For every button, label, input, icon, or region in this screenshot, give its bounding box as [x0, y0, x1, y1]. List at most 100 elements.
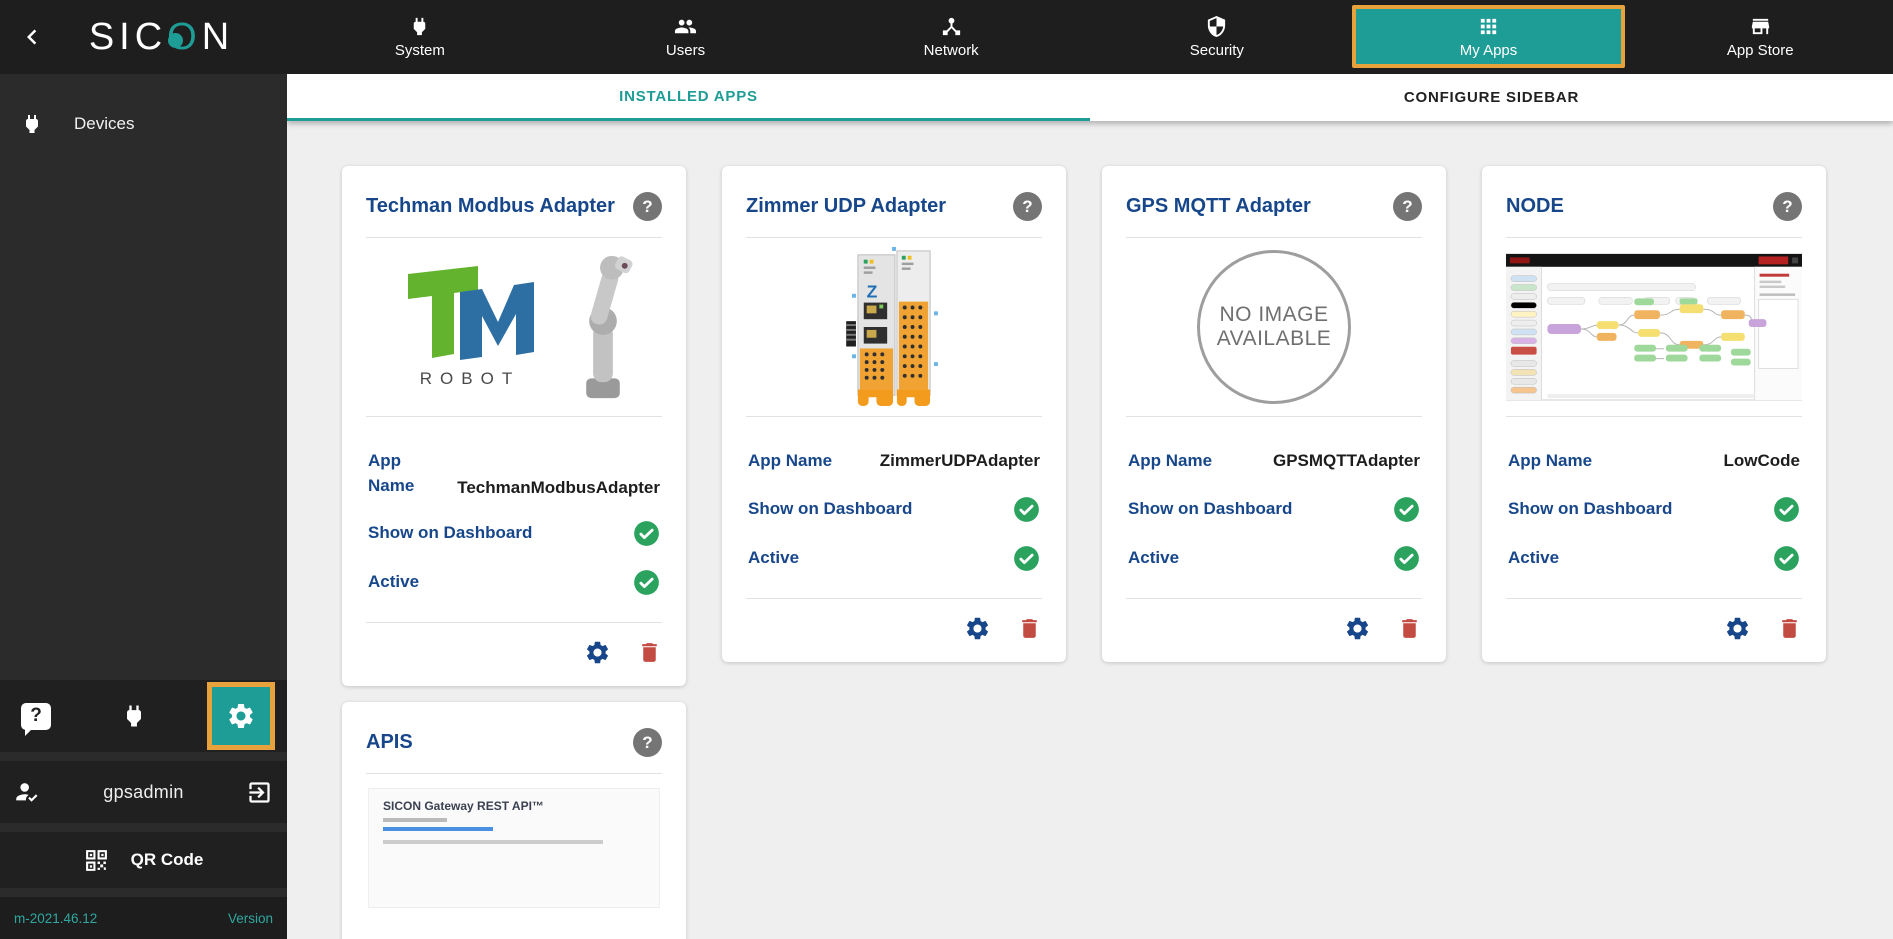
users-icon	[674, 15, 697, 38]
help-icon[interactable]: ?	[1013, 192, 1042, 221]
trash-icon	[1782, 618, 1797, 638]
trash-icon	[1022, 618, 1037, 638]
qr-code-icon	[84, 848, 109, 873]
apis-doc-paragraph	[383, 840, 603, 845]
nav-label: Network	[923, 42, 979, 59]
help-icon[interactable]: ?	[1773, 192, 1802, 221]
check-icon	[1394, 545, 1419, 571]
plug-icon	[20, 112, 44, 136]
logo-teal-dot	[168, 32, 183, 48]
chevron-left-icon	[17, 22, 47, 52]
top-navigation: System Users Network Security My Apps Ap…	[287, 0, 1893, 74]
sidebar-item-devices[interactable]: Devices	[0, 98, 287, 150]
app-name-value: ZimmerUDPAdapter	[879, 451, 1040, 471]
nav-item-app-store[interactable]: App Store	[1627, 0, 1893, 74]
version-label: Version	[227, 910, 273, 926]
cards-row-2: APIS ? SICON Gateway REST API™	[342, 702, 1893, 939]
nav-label: System	[394, 42, 445, 59]
configure-app-button[interactable]	[1724, 615, 1751, 642]
installed-apps-content: Techman Modbus Adapter ? ROBOT App Name …	[287, 121, 1893, 939]
delete-app-button[interactable]	[1777, 616, 1802, 641]
gear-icon	[966, 617, 989, 639]
check-icon	[634, 521, 659, 547]
active-label: Active	[368, 572, 420, 592]
show-on-dashboard-label: Show on Dashboard	[368, 523, 533, 543]
no-image-placeholder: NO IMAGE AVAILABLE	[1126, 238, 1422, 416]
configure-app-button[interactable]	[1344, 615, 1371, 642]
no-image-line2: AVAILABLE	[1216, 327, 1332, 350]
nav-label: App Store	[1726, 42, 1794, 59]
nav-item-system[interactable]: System	[287, 0, 553, 74]
nav-label: Security	[1189, 42, 1244, 59]
check-icon	[1014, 496, 1039, 522]
logo-si: SI	[88, 15, 135, 58]
app-name-label: App Name	[1508, 451, 1593, 470]
app-card-techman: Techman Modbus Adapter ? ROBOT App Name …	[342, 166, 686, 687]
sidebar-qr-row[interactable]: QR Code	[0, 832, 287, 888]
delete-app-button[interactable]	[637, 640, 662, 665]
nav-label: Users	[665, 42, 706, 59]
help-button[interactable]: ?	[12, 692, 60, 740]
tab-installed-apps[interactable]: INSTALLED APPS	[287, 74, 1090, 121]
app-name-value: LowCode	[1723, 451, 1801, 471]
svg-text:Z: Z	[867, 282, 878, 302]
network-hub-icon	[940, 15, 963, 38]
gear-icon	[1346, 617, 1369, 639]
sidebar-icon-row: ?	[0, 680, 287, 752]
logout-icon[interactable]	[246, 779, 273, 806]
delete-app-button[interactable]	[1397, 616, 1422, 641]
robot-arm-image	[586, 255, 633, 399]
check-icon	[1394, 496, 1419, 522]
apps-tabs: INSTALLED APPS CONFIGURE SIDEBAR	[287, 74, 1893, 121]
active-label: Active	[748, 547, 800, 567]
card-title: NODE	[1506, 195, 1564, 217]
help-icon[interactable]: ?	[633, 728, 662, 758]
version-value: m-2021.46.12	[14, 910, 98, 926]
usb-plug-icon	[120, 702, 148, 730]
active-label: Active	[1128, 547, 1180, 567]
help-icon[interactable]: ?	[1393, 192, 1422, 221]
app-card-apis: APIS ? SICON Gateway REST API™	[342, 702, 686, 939]
nav-item-network[interactable]: Network	[818, 0, 1084, 74]
zimmer-app-image: Z	[746, 238, 1042, 416]
app-name-value: GPSMQTTAdapter	[1272, 451, 1420, 471]
help-icon[interactable]: ?	[633, 192, 662, 221]
settings-button-highlighted[interactable]	[207, 682, 275, 750]
usb-button[interactable]	[110, 692, 158, 740]
check-icon	[634, 570, 659, 596]
tm-robot-logo: ROBOT	[408, 266, 534, 388]
qr-code-label: QR Code	[130, 850, 204, 869]
check-icon	[1774, 496, 1799, 522]
card-title: Techman Modbus Adapter	[366, 195, 615, 217]
sidebar-bottom: ? gpsadmin QR Code m-2021.46.12 Version	[0, 680, 287, 939]
gear-icon	[586, 641, 609, 664]
gear-icon	[1726, 617, 1749, 639]
active-label: Active	[1508, 547, 1560, 567]
app-card-node: NODE ? App Name LowCode Show on Dashboar…	[1482, 166, 1826, 662]
card-title: GPS MQTT Adapter	[1126, 195, 1311, 217]
sidebar: SICON Devices ? gpsadmin QR Code m-2021.…	[0, 0, 287, 939]
cards-row-1: Techman Modbus Adapter ? ROBOT App Name …	[342, 166, 1893, 687]
delete-app-button[interactable]	[1017, 616, 1042, 641]
logo-n: N	[201, 15, 235, 58]
app-name-label: App Name	[748, 451, 833, 470]
configure-app-button[interactable]	[584, 639, 611, 666]
nav-item-my-apps-highlighted[interactable]: My Apps	[1351, 5, 1626, 68]
apis-doc-link	[383, 827, 493, 832]
configure-app-button[interactable]	[964, 615, 991, 642]
no-image-line1: NO IMAGE	[1219, 303, 1329, 326]
trash-icon	[642, 643, 657, 663]
user-check-icon	[14, 779, 41, 806]
logo-c: C	[134, 15, 168, 58]
sidebar-user-row: gpsadmin	[0, 761, 287, 823]
card-title: Zimmer UDP Adapter	[746, 195, 947, 217]
nav-item-users[interactable]: Users	[553, 0, 819, 74]
show-on-dashboard-label: Show on Dashboard	[748, 498, 913, 518]
check-icon	[1774, 545, 1799, 571]
help-bubble-icon: ?	[21, 702, 51, 736]
back-chevron-button[interactable]	[14, 19, 50, 55]
trash-icon	[1402, 618, 1417, 638]
nav-item-security[interactable]: Security	[1084, 0, 1350, 74]
tab-configure-sidebar[interactable]: CONFIGURE SIDEBAR	[1090, 74, 1893, 121]
app-card-gps-mqtt: GPS MQTT Adapter ? NO IMAGE AVAILABLE Ap…	[1102, 166, 1446, 662]
